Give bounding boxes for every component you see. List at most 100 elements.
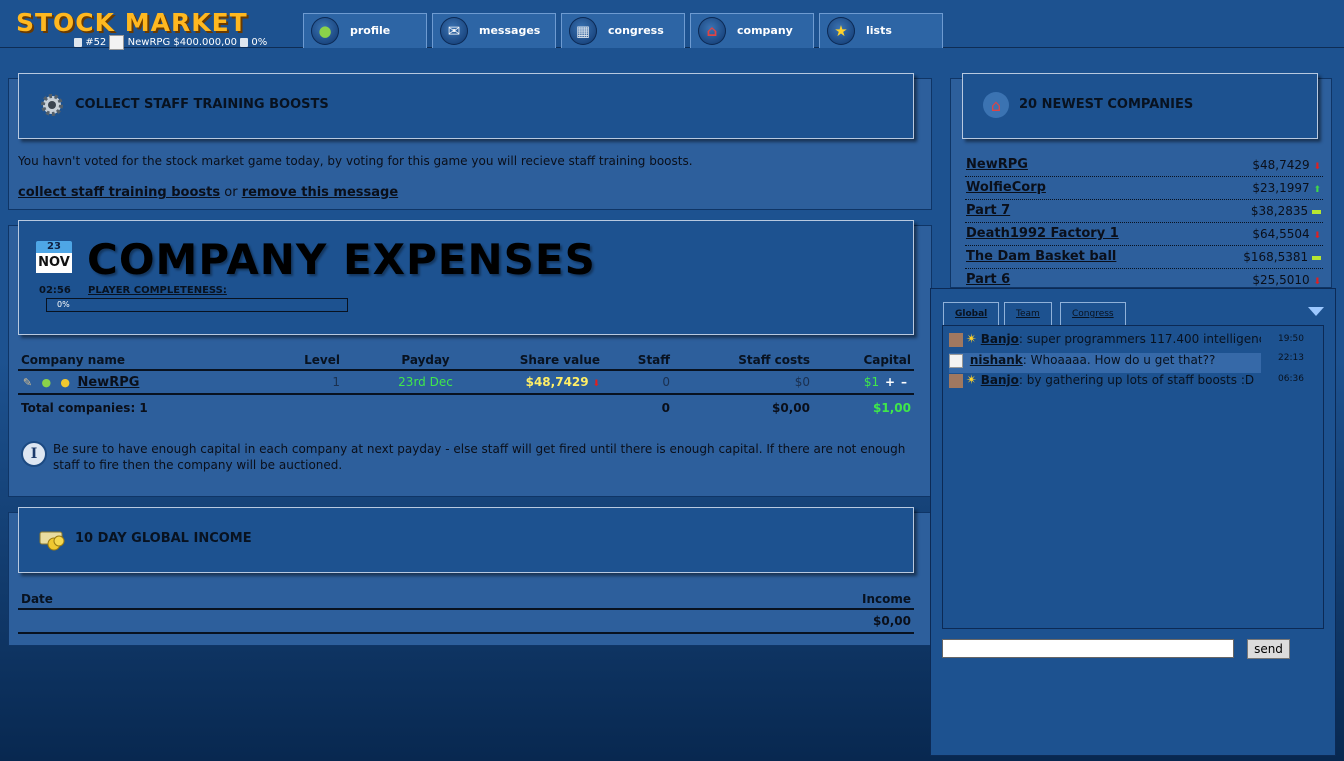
company-link[interactable]: NewRPG [966, 157, 1028, 172]
payday-cell: 23rd Dec [343, 370, 508, 395]
total-label: Total companies: 1 [18, 393, 603, 420]
calendar-icon: 23 NOV [36, 241, 72, 285]
tab-lists[interactable]: ★ lists [819, 13, 943, 48]
person-icon: ● [311, 17, 339, 45]
arrow-down-icon: ⬇ [1313, 162, 1321, 172]
panel-title: 10 DAY GLOBAL INCOME [75, 531, 252, 546]
person-icon[interactable]: ● [40, 376, 53, 389]
tab-messages[interactable]: ✉ messages [432, 13, 556, 48]
coin-icon[interactable]: ● [59, 376, 72, 389]
info-text: Be sure to have enough capital in each c… [53, 442, 906, 472]
list-item: Part 7 $38,2835 [965, 200, 1323, 223]
expenses-table: Company name Level Payday Share value St… [18, 350, 914, 420]
completeness-icon [240, 38, 249, 47]
gear-icon [41, 94, 63, 116]
tab-company[interactable]: ⌂ company [690, 13, 814, 48]
total-row: $0,00 [18, 608, 914, 634]
calendar-day: 23 [36, 241, 72, 253]
envelope-icon: ✉ [440, 17, 468, 45]
player-balance: NewRPG $400.000,00 [127, 37, 238, 48]
avatar[interactable] [109, 35, 125, 50]
chat-messages: ✴ Banjo: super programmers 117.400 intel… [942, 325, 1324, 629]
chat-text: : by gathering up lots of staff boosts :… [1018, 373, 1255, 387]
company-cell: ✎ ● ● NewRPG [18, 370, 248, 395]
col-level: Level [248, 350, 343, 371]
completeness-label: PLAYER COMPLETENESS: [88, 285, 227, 296]
chat-username[interactable]: Banjo [981, 332, 1019, 346]
list-item: NewRPG $48,7429 ⬇ [965, 154, 1323, 177]
income-table: Date Income $0,00 [18, 589, 914, 634]
panel-header: ⌂ 20 NEWEST COMPANIES [962, 73, 1318, 139]
arrow-down-icon: ⬇ [592, 379, 600, 389]
panel-header: 10 DAY GLOBAL INCOME [18, 507, 914, 573]
remove-message-link[interactable]: remove this message [242, 185, 398, 200]
list-item: The Dam Basket ball $168,5381 [965, 246, 1323, 269]
total-row: Total companies: 1 0 $0,00 $1,00 [18, 393, 914, 420]
company-link[interactable]: Death1992 Factory 1 [966, 226, 1119, 241]
col-staff-costs: Staff costs [673, 350, 813, 371]
chat-time: 19:50 [1278, 334, 1304, 344]
col-date: Date [18, 589, 384, 610]
minus-icon[interactable]: – [897, 375, 911, 389]
staff-costs-cell: $0 [673, 370, 813, 395]
share-value: $64,5504 [1252, 227, 1310, 241]
total-label [18, 608, 384, 634]
collapse-chat-icon[interactable] [1308, 307, 1324, 316]
chat-username[interactable]: nishank [970, 353, 1023, 367]
house-icon: ⌂ [698, 17, 726, 45]
total-staff-costs: $0,00 [673, 393, 813, 420]
star-badge-icon: ✴ [966, 332, 977, 347]
company-link[interactable]: The Dam Basket ball [966, 249, 1116, 264]
or-text: or [224, 185, 238, 200]
tab-profile[interactable]: ● profile [303, 13, 427, 48]
tab-congress[interactable]: ▦ congress [561, 13, 685, 48]
chat-time: 22:13 [1278, 353, 1304, 363]
chat-panel: Global Team Congress ✴ Banjo: super prog… [930, 288, 1336, 756]
tab-team[interactable]: Team [1004, 302, 1052, 325]
header-completeness: 0% [251, 37, 268, 48]
company-link[interactable]: Part 6 [966, 272, 1010, 287]
star-badge-icon: ✴ [966, 373, 977, 388]
total-capital: $1,00 [813, 393, 914, 420]
tab-global[interactable]: Global [943, 302, 1000, 325]
share-value: $168,5381 [1243, 250, 1309, 264]
arrow-down-icon: ⬇ [1313, 277, 1321, 287]
avatar[interactable] [949, 332, 963, 347]
money-icon [39, 531, 65, 551]
calendar-month: NOV [36, 253, 72, 273]
income-total: $0,00 [383, 608, 914, 634]
house-icon: ⌂ [983, 92, 1009, 118]
capital-value: $1 [863, 375, 880, 389]
chat-message: nishank: Whoaaaa. How do u get that?? [949, 353, 1261, 373]
panel-title: 20 NEWEST COMPANIES [1019, 97, 1194, 112]
avatar[interactable] [949, 373, 963, 388]
send-button[interactable]: send [1247, 639, 1290, 659]
panel-title: COLLECT STAFF TRAINING BOOSTS [75, 97, 329, 112]
logo[interactable]: STOCK MARKET [16, 8, 248, 37]
share-value: $25,5010 [1252, 273, 1310, 287]
chat-input[interactable] [942, 639, 1234, 658]
tab-congress[interactable]: Congress [1060, 302, 1126, 325]
share-value: $48,7429 [525, 375, 589, 389]
arrow-up-icon: ⬆ [1313, 185, 1321, 195]
vote-links: collect staff training boosts or remove … [18, 185, 398, 200]
user-status-line: #52 NewRPG $400.000,00 0% [74, 35, 267, 50]
chat-username[interactable]: Banjo [981, 373, 1019, 387]
panel-header: COLLECT STAFF TRAINING BOOSTS [18, 73, 914, 139]
company-link[interactable]: NewRPG [77, 375, 139, 390]
flat-trend-icon [1312, 255, 1321, 260]
total-staff: 0 [603, 393, 673, 420]
share-value-cell: $48,7429 ⬇ [508, 370, 603, 395]
plus-icon[interactable]: + [883, 375, 897, 389]
collect-boosts-link[interactable]: collect staff training boosts [18, 185, 220, 200]
building-icon: ▦ [569, 17, 597, 45]
col-income: Income [383, 589, 914, 610]
company-link[interactable]: WolfieCorp [966, 180, 1046, 195]
panel-header: 23 NOV 02:56 COMPANY EXPENSES PLAYER COM… [18, 220, 914, 335]
chat-text: : super programmers 117.400 intelligence… [1018, 332, 1261, 346]
pencil-icon[interactable]: ✎ [21, 376, 34, 389]
avatar[interactable] [949, 353, 963, 368]
top-bar: STOCK MARKET #52 NewRPG $400.000,00 0% ●… [0, 0, 1344, 50]
list-item: Death1992 Factory 1 $64,5504 ⬇ [965, 223, 1323, 246]
company-link[interactable]: Part 7 [966, 203, 1010, 218]
